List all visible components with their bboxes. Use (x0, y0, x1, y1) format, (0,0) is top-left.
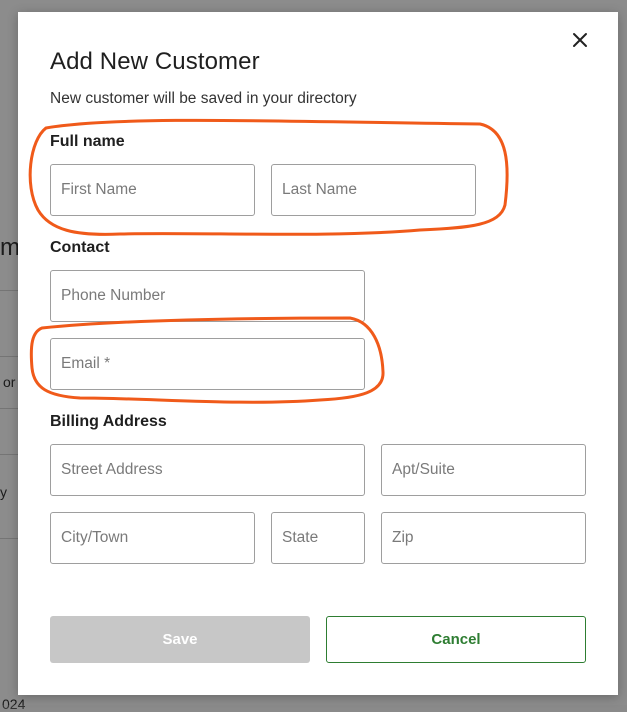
city-town-input[interactable] (50, 512, 255, 564)
billing-address-label: Billing Address (50, 413, 167, 430)
apt-suite-input[interactable] (381, 444, 586, 496)
save-button[interactable]: Save (50, 616, 310, 663)
close-button[interactable] (568, 28, 592, 52)
state-input[interactable] (271, 512, 365, 564)
cancel-button[interactable]: Cancel (326, 616, 586, 663)
dialog-title: Add New Customer (50, 48, 260, 75)
last-name-input[interactable] (271, 164, 476, 216)
email-input[interactable] (50, 338, 365, 390)
full-name-label: Full name (50, 133, 125, 150)
zip-input[interactable] (381, 512, 586, 564)
phone-number-input[interactable] (50, 270, 365, 322)
close-icon (573, 33, 587, 47)
contact-label: Contact (50, 239, 110, 256)
street-address-input[interactable] (50, 444, 365, 496)
first-name-input[interactable] (50, 164, 255, 216)
add-customer-dialog: Add New Customer New customer will be sa… (18, 12, 618, 695)
dialog-subtitle: New customer will be saved in your direc… (50, 90, 357, 107)
